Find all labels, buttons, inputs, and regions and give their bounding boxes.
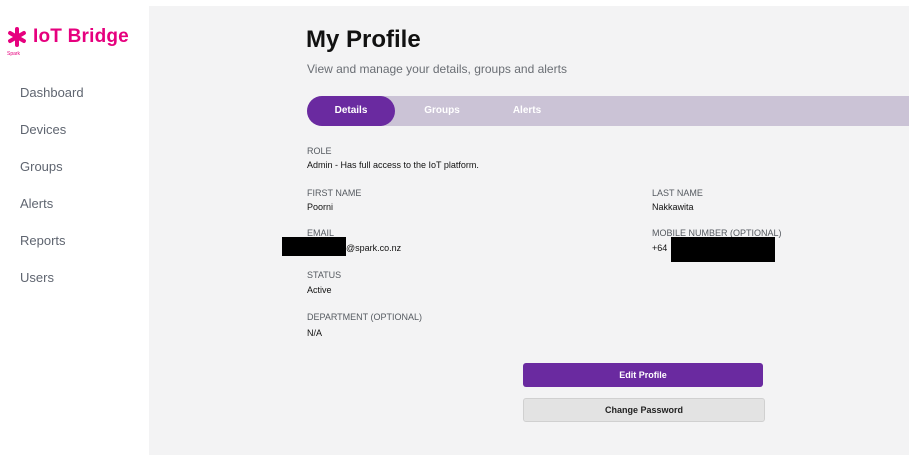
email-value: @spark.co.nz [346,243,402,253]
spark-star-icon [6,26,28,48]
brand-sub: Spark [7,51,21,57]
sidebar-item-devices[interactable]: Devices [20,121,84,158]
sidebar-item-alerts[interactable]: Alerts [20,195,84,232]
brand-name: IoT Bridge [33,26,129,47]
change-password-button[interactable]: Change Password [523,398,765,422]
last-name-value: Nakkawita [652,202,694,212]
mobile-value: +64 [652,243,668,253]
sidebar-nav: Dashboard Devices Groups Alerts Reports … [20,84,84,306]
main-content: My Profile View and manage your details,… [149,6,909,455]
status-value: Active [307,285,332,295]
status-label: STATUS [307,270,342,280]
page-title: My Profile [306,26,421,53]
sidebar: IoT Bridge Spark Dashboard Devices Group… [0,0,149,455]
department-value: N/A [307,328,323,338]
tab-bar: Details Groups Alerts [307,96,909,126]
first-name-label: FIRST NAME [307,188,362,198]
edit-profile-button[interactable]: Edit Profile [523,363,763,387]
page-subtitle: View and manage your details, groups and… [307,62,567,76]
department-label: DEPARTMENT (OPTIONAL) [307,312,423,322]
tab-alerts[interactable]: Alerts [485,96,569,126]
mobile-redaction [671,237,775,262]
sidebar-item-reports[interactable]: Reports [20,232,84,269]
tab-details[interactable]: Details [307,96,395,126]
tab-groups[interactable]: Groups [402,96,482,126]
sidebar-item-groups[interactable]: Groups [20,158,84,195]
role-label: ROLE [307,146,332,156]
sidebar-item-users[interactable]: Users [20,269,84,306]
role-value: Admin - Has full access to the IoT platf… [307,160,479,170]
first-name-value: Poorni [307,202,334,212]
brand-logo[interactable]: IoT Bridge [6,26,129,48]
email-redaction [282,237,346,256]
last-name-label: LAST NAME [652,188,703,198]
sidebar-item-dashboard[interactable]: Dashboard [20,84,84,121]
